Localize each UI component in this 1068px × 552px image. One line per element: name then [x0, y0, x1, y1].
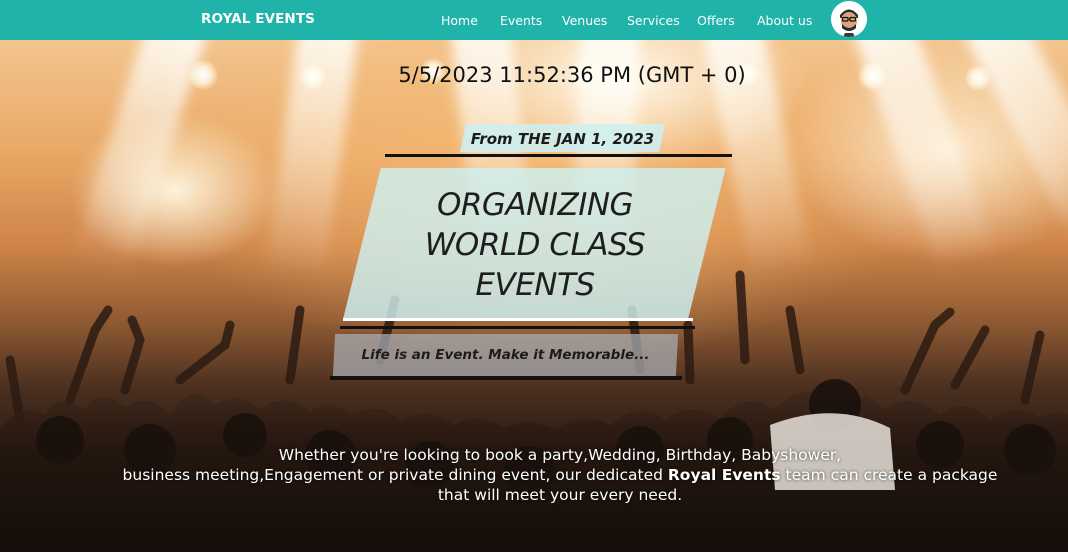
hero-description: Whether you're looking to book a party,W… — [120, 445, 1000, 505]
since-date-text: From THE JAN 1, 2023 — [470, 130, 655, 148]
nav-link-events[interactable]: Events — [500, 13, 542, 28]
divider-line — [330, 376, 682, 380]
nav-menu: Home Events Venues Services Offers About… — [0, 13, 1068, 29]
description-brand-name: Royal Events — [667, 466, 781, 484]
nav-link-home[interactable]: Home — [441, 13, 478, 28]
hero-headline: ORGANIZING WORLD CLASS EVENTS — [380, 185, 690, 305]
divider-line — [385, 154, 732, 157]
top-navbar: ROYAL EVENTS Home Events Venues Services… — [0, 0, 1068, 40]
divider-line — [343, 318, 693, 321]
headline-line-1: ORGANIZING — [436, 187, 634, 223]
description-text: business meeting,Engagement or private d… — [122, 466, 668, 484]
headline-line-3: EVENTS — [475, 267, 595, 303]
hero-tagline: Life is an Event. Make it Memorable... — [361, 347, 650, 363]
divider-line — [340, 326, 695, 329]
nav-link-offers[interactable]: Offers — [697, 13, 735, 28]
description-text: team can create a package — [780, 466, 998, 484]
nav-link-services[interactable]: Services — [627, 13, 680, 28]
headline-line-2: WORLD CLASS — [424, 227, 646, 263]
current-datetime: 5/5/2023 11:52:36 PM (GMT + 0) — [398, 63, 746, 87]
description-line-1: Whether you're looking to book a party,W… — [278, 446, 842, 464]
bitmoji-face-icon — [831, 1, 867, 37]
nav-link-venues[interactable]: Venues — [562, 13, 607, 28]
user-avatar-icon[interactable] — [831, 1, 867, 37]
description-line-3: that will meet your every need. — [437, 486, 683, 504]
description-line-2: business meeting,Engagement or private d… — [120, 465, 1000, 485]
nav-link-about-us[interactable]: About us — [757, 13, 812, 28]
